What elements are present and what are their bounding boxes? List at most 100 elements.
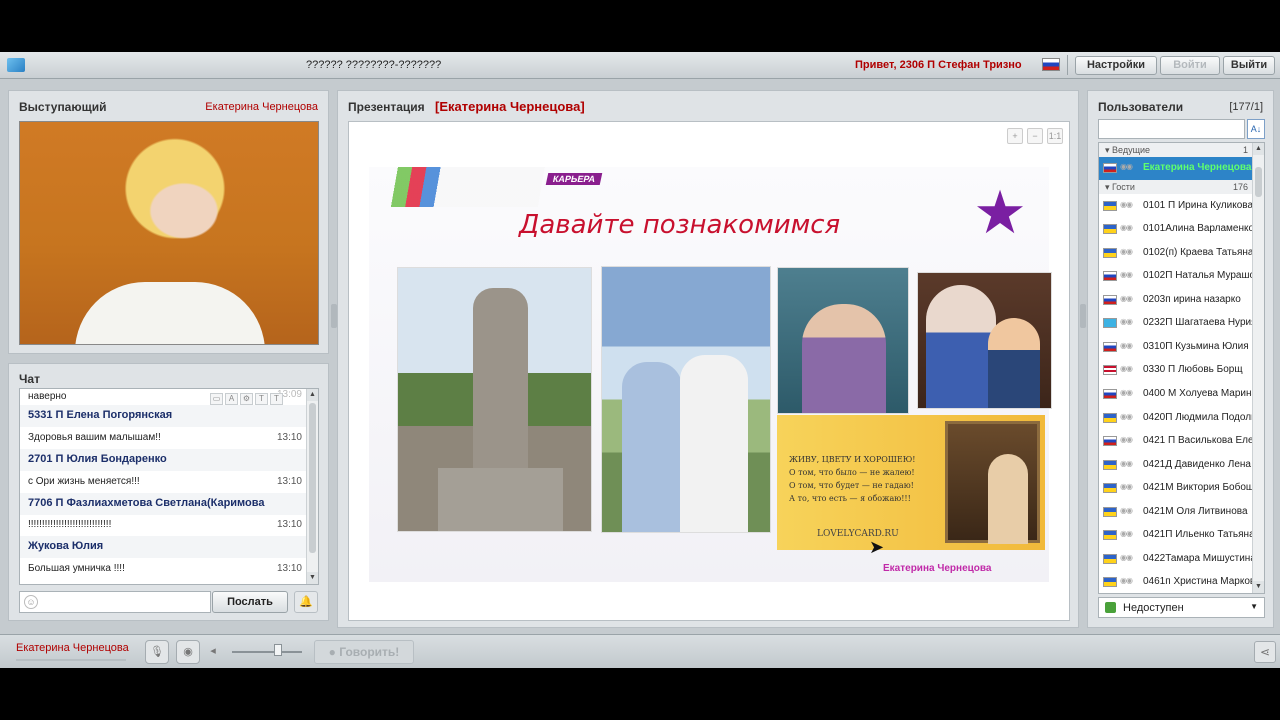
pedestal-shape [438, 468, 563, 531]
bell-icon[interactable]: 🔔 [294, 591, 318, 613]
video-figure [75, 282, 265, 344]
chat-message-author: 7706 П Фазлиахметова Светлана(Каримова [28, 497, 265, 509]
fit-size-icon[interactable]: 1:1 [1047, 128, 1063, 144]
user-row[interactable]: ◉◉ 0422Тамара Мишустина [1099, 548, 1256, 571]
user-row[interactable]: ◉◉ 0232П Шагатаева Нурия [1099, 312, 1257, 335]
poem-line: А то, что есть — я обожаю!!! [789, 494, 911, 503]
flag-ua-icon [1103, 248, 1117, 258]
user-row[interactable]: ◉◉ 0310П Кузьмина Юлия [1099, 336, 1252, 359]
scroll-thumb[interactable] [309, 403, 316, 553]
user-row[interactable]: ◉◉ 0101 П Ирина Куликова [1099, 195, 1253, 218]
user-row[interactable]: ◉◉ 0101Алина Варламенко [1099, 218, 1254, 241]
app-title: ?????? ????????-??????? [306, 59, 442, 71]
group-count: 176 [1232, 182, 1248, 192]
chat-message-text: наверно [28, 391, 67, 402]
user-row[interactable]: ◉◉ 0203п ирина назарко [1099, 289, 1252, 312]
zoom-in-icon[interactable]: + [1007, 128, 1023, 144]
flag-ua-icon [1103, 201, 1117, 211]
chat-scrollbar[interactable]: ▲ ▼ [306, 389, 318, 584]
user-row[interactable]: ◉◉ 0420П Людмила Подольская [1099, 407, 1264, 430]
chat-message-list[interactable]: наверно 13:09 ▭ A ⚙ T T 5331 П Елена Погорян… [19, 388, 319, 585]
user-row[interactable]: ◉◉ 0421М Виктория Бобошко [1099, 477, 1264, 500]
user-status-icons: ◉◉ [1120, 270, 1133, 279]
chat-message-time: 13:10 [276, 563, 302, 574]
chat-input[interactable]: ☺ [19, 591, 211, 613]
right-panel-resize-handle[interactable] [1080, 304, 1086, 328]
scroll-down-icon[interactable]: ▼ [307, 572, 318, 584]
status-dropdown[interactable]: Недоступен ▼ [1098, 597, 1265, 618]
settings-button[interactable]: Настройки [1075, 56, 1157, 75]
send-button[interactable]: Послать [212, 591, 288, 613]
user-row[interactable]: ◉◉ 0421 П Василькова Елена [1099, 430, 1264, 453]
greeting-text: Привет, 2306 П Стефан Тризно [855, 59, 1022, 71]
volume-slider[interactable] [232, 651, 302, 653]
user-name: 0330 П Любовь Борщ [1143, 364, 1243, 375]
speaker-panel-title: Выступающий [19, 100, 107, 114]
chat-font-icon[interactable]: A [225, 393, 238, 405]
user-row[interactable]: ◉◉ 0102(п) Краева Татьяна [1099, 242, 1254, 265]
flag-ua-icon [1103, 224, 1117, 234]
chat-settings-icon[interactable]: ⚙ [240, 393, 253, 405]
user-row[interactable]: ◉◉ 0421Д Давиденко Лена [1099, 454, 1252, 477]
postcard-painting [945, 421, 1040, 544]
audio-level-bar [16, 659, 126, 661]
user-name: 0400 М Холуева Марина [1143, 388, 1258, 399]
talk-label: Говорить! [339, 645, 400, 659]
flag-ru-icon [1103, 342, 1117, 352]
user-row[interactable]: ◉◉ 0102П Наталья Мурашова [1099, 265, 1264, 288]
webcam-icon[interactable]: ◉ [176, 640, 200, 664]
speaker-video [19, 121, 319, 345]
user-row[interactable]: ◉◉ 0421П Ильенко Татьяна [1099, 524, 1255, 547]
user-status-icons: ◉◉ [1120, 529, 1133, 538]
user-row[interactable]: ◉◉ 0330 П Любовь Борщ [1099, 359, 1252, 382]
photo-grandmother-child [917, 272, 1052, 409]
flag-ua-icon [1103, 413, 1117, 423]
user-status-icons: ◉◉ [1120, 364, 1133, 373]
share-icon[interactable]: ⋖ [1254, 641, 1276, 663]
group-header-hosts[interactable]: ▾ Ведущие 1 [1099, 143, 1252, 157]
user-row[interactable]: ◉◉ 0421М Оля Литвинова [1099, 501, 1252, 524]
user-row[interactable]: ◉◉ 0461п Христина Маркова [1099, 571, 1261, 593]
user-list[interactable]: ▾ Ведущие 1 ◉◉ Екатерина Чернецова ▾ Гос… [1098, 142, 1265, 594]
postcard-poem: ЖИВУ, ЦВЕТУ И ХОРОШЕЮ! О том, что было —… [789, 453, 916, 505]
user-status-icons: ◉◉ [1120, 388, 1133, 397]
figure-grandmother [926, 285, 996, 408]
slide-signature: Екатерина Чернецова [883, 563, 992, 574]
user-name: 0421П Ильенко Татьяна [1143, 529, 1255, 540]
user-status-icons: ◉◉ [1120, 482, 1133, 491]
chat-text-up-icon[interactable]: T [255, 393, 268, 405]
slide-viewer[interactable]: + −1:1 КАРЬЕРА ★ Давайте познакомимся ЖИ… [348, 121, 1070, 621]
logout-button[interactable]: Выйти [1223, 56, 1275, 75]
status-text: Недоступен [1123, 602, 1184, 614]
user-search-input[interactable] [1098, 119, 1245, 139]
user-status-icons: ◉◉ [1120, 294, 1133, 303]
user-name: 0461п Христина Маркова [1143, 576, 1261, 587]
user-row[interactable]: ◉◉ 0400 М Холуева Марина [1099, 383, 1257, 406]
talk-button[interactable]: ● Говорить! [314, 640, 414, 664]
language-flag-icon[interactable] [1042, 58, 1060, 71]
microphone-icon[interactable]: 🎙 [145, 640, 169, 664]
chat-text-down-icon[interactable]: T [270, 393, 283, 405]
flag-ru-icon [1103, 163, 1117, 173]
user-name: 0421М Виктория Бобошко [1143, 482, 1264, 493]
login-button[interactable]: Войти [1160, 56, 1220, 75]
group-header-guests[interactable]: ▾ Гости 176 [1099, 180, 1252, 194]
user-name: 0102(п) Краева Татьяна [1143, 247, 1254, 258]
chat-message-text: !!!!!!!!!!!!!!!!!!!!!!!!!!!!!! [28, 519, 112, 530]
user-row[interactable]: ◉◉ Екатерина Чернецова [1099, 157, 1252, 180]
scroll-up-icon[interactable]: ▲ [307, 389, 318, 401]
smiley-icon[interactable]: ☺ [24, 595, 38, 609]
zoom-out-icon[interactable]: − [1027, 128, 1043, 144]
sort-button[interactable]: А↓ [1247, 119, 1265, 139]
volume-slider-knob[interactable] [274, 644, 282, 656]
user-list-scrollbar[interactable]: ▲ ▼ [1252, 143, 1264, 593]
users-panel-title: Пользователи [1098, 100, 1184, 114]
chat-message-time: 13:10 [276, 519, 302, 530]
scroll-thumb[interactable] [1255, 167, 1262, 197]
scroll-down-icon[interactable]: ▼ [1253, 581, 1264, 593]
chat-clear-icon[interactable]: ▭ [210, 393, 223, 405]
collapse-icon: ▾ [1105, 182, 1113, 192]
user-status-icons: ◉◉ [1120, 412, 1133, 421]
scroll-up-icon[interactable]: ▲ [1253, 143, 1264, 155]
flag-ua-icon [1103, 530, 1117, 540]
